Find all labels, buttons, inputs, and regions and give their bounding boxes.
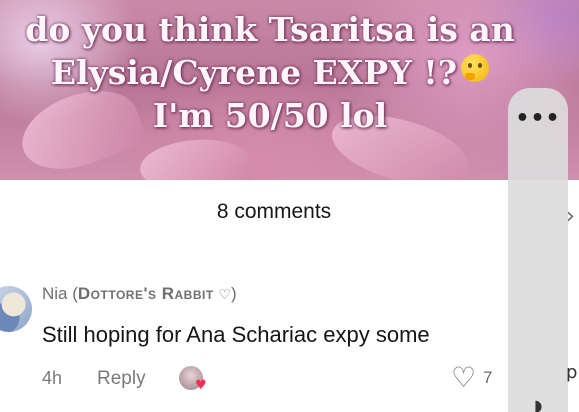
thinking-face-icon <box>461 54 490 82</box>
reply-button[interactable]: Reply <box>97 368 146 390</box>
like-heart-icon[interactable]: ♡ <box>451 364 476 392</box>
caption-line-2: Elysia/Cyrene EXPY !? <box>0 51 540 94</box>
comment-item[interactable]: Nia (Dottore's Rabbit ♡) Still hoping fo… <box>0 280 508 410</box>
like-count: 7 <box>483 368 493 387</box>
comment-meta: 4h Reply ♥ ♡ 7 <box>42 364 508 394</box>
comments-count: 8 comments <box>216 200 332 223</box>
comment-author[interactable]: Nia (Dottore's Rabbit ♡) <box>42 284 237 304</box>
background-petal <box>138 135 252 180</box>
author-tag: Dottore's Rabbit <box>77 284 214 303</box>
avatar[interactable] <box>0 286 32 332</box>
creator-heart-icon: ♥ <box>195 378 207 393</box>
heart-outline-icon: ♡ <box>218 286 231 302</box>
author-name: Nia ( <box>42 284 78 303</box>
comment-text: Still hoping for Ana Schariac expy some <box>42 322 430 347</box>
more-options-button[interactable]: ••• <box>515 97 559 139</box>
edge-icon: ◗ <box>534 396 543 412</box>
caption-line-2-text: Elysia/Cyrene EXPY !? <box>50 53 458 92</box>
caption-line-1: do you think Tsaritsa is an <box>25 10 515 49</box>
caption-line-3: I'm 50/50 lol <box>152 96 388 135</box>
share-arrow-icon[interactable]: › <box>566 204 575 229</box>
edge-text: p <box>566 362 578 383</box>
comment-timestamp: 4h <box>42 368 63 388</box>
author-suffix: ) <box>230 284 237 303</box>
video-caption: do you think Tsaritsa is an Elysia/Cyren… <box>0 8 540 137</box>
video-preview[interactable]: do you think Tsaritsa is an Elysia/Cyren… <box>0 0 579 180</box>
